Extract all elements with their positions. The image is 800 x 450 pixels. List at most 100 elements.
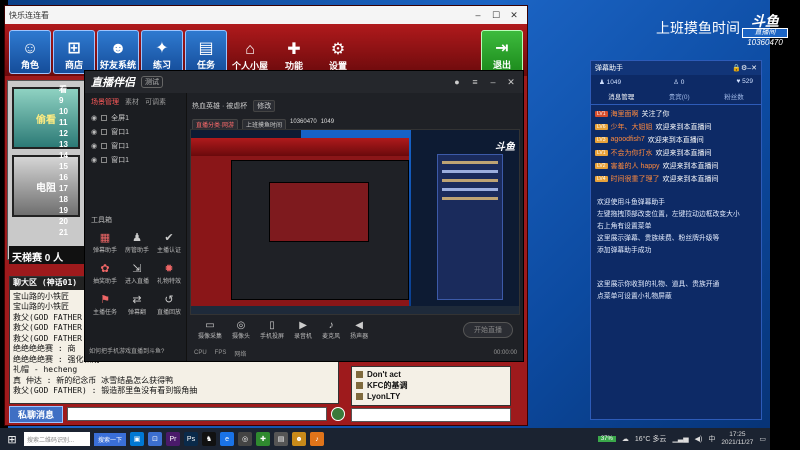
windows-start-icon[interactable]: ⊞: [4, 433, 20, 446]
list-item[interactable]: KFC的基调: [356, 380, 506, 391]
eye-icon[interactable]: ◉: [91, 156, 97, 164]
danmaku-user[interactable]: 时间很重了理了: [611, 174, 660, 184]
taskview-icon[interactable]: ▣: [130, 432, 145, 446]
private-message-button[interactable]: 私聊消息: [9, 405, 64, 423]
list-item[interactable]: LyonLTY: [356, 391, 506, 402]
emoji-icon[interactable]: [331, 407, 345, 421]
danmaku-user[interactable]: agoodfish7: [611, 136, 645, 143]
tool-danmaku[interactable]: ▦ 弹幕助手: [89, 231, 121, 254]
friends-button[interactable]: ☻ 好友系统: [97, 30, 139, 74]
practice-button[interactable]: ✦ 练习: [141, 30, 183, 74]
toolbox-label: 工具箱: [91, 217, 112, 224]
score-item: 13: [59, 140, 68, 149]
score-item: 16: [59, 173, 68, 182]
photoshop-icon[interactable]: Ps: [184, 432, 199, 446]
taskbar-search-button[interactable]: 搜索一下: [94, 432, 127, 446]
tab-sources[interactable]: 素材: [125, 97, 139, 107]
chat-input[interactable]: [67, 407, 327, 421]
avatar[interactable]: ●: [451, 77, 463, 87]
maximize-icon[interactable]: ☐: [487, 10, 505, 21]
tab-messages[interactable]: 消息管理: [608, 91, 634, 101]
network-icon[interactable]: ▁▃▅: [672, 435, 688, 443]
danmaku-user[interactable]: 海里面啊: [611, 109, 639, 119]
green-app-icon[interactable]: ✚: [256, 432, 271, 446]
app-icon[interactable]: ⊡: [148, 432, 163, 446]
eye-icon[interactable]: ◉: [91, 114, 97, 122]
task-button[interactable]: ▤ 任务: [185, 30, 227, 74]
tool-verify[interactable]: ✔ 主播认证: [153, 231, 185, 254]
list-item[interactable]: LV1 不会为你打水 欢迎来到本直播间: [595, 146, 757, 159]
lock-icon[interactable]: [101, 157, 108, 163]
chrome-icon[interactable]: ◎: [238, 432, 253, 446]
shop-button[interactable]: ⊞ 商店: [53, 30, 95, 74]
lock-icon[interactable]: [101, 115, 108, 121]
douyu-app-icon[interactable]: ♪: [310, 432, 325, 446]
settings-button[interactable]: ⚙ 设置: [317, 30, 359, 74]
list-item[interactable]: LV2 害羞的人 happy 欢迎来到本直播间: [595, 159, 757, 172]
close-icon[interactable]: ✕: [505, 77, 517, 88]
lock-icon[interactable]: [101, 143, 108, 149]
list-item[interactable]: LV4 时间很重了理了 欢迎来到本直播间: [595, 172, 757, 185]
input-language[interactable]: 中: [708, 434, 715, 444]
volume-icon[interactable]: ◀): [695, 435, 703, 443]
microphone-button[interactable]: ♪ 麦克风: [322, 320, 340, 340]
scene-item[interactable]: ◉ 全屏1: [85, 111, 186, 125]
tool-lottery[interactable]: ✿ 抽奖助手: [89, 262, 121, 285]
close-icon[interactable]: ✕: [505, 10, 523, 21]
phone-cast-button[interactable]: ▯ 手机投屏: [260, 320, 284, 340]
list-item[interactable]: LV3 agoodfish7 欢迎来到本直播间: [595, 133, 757, 146]
notification-icon[interactable]: ▭: [759, 435, 766, 443]
tool-admin[interactable]: ♟ 房管助手: [121, 231, 153, 254]
tool-enter[interactable]: ⇲ 进入直播: [121, 262, 153, 285]
screen-capture-button[interactable]: ▭ 摄像采集: [198, 320, 222, 340]
clock[interactable]: 17:25 2021/11/27: [721, 431, 753, 447]
eye-icon[interactable]: ◉: [91, 142, 97, 150]
battery-indicator[interactable]: 37%: [597, 436, 616, 442]
list-item[interactable]: LV6 少年、大姐姐 欢迎来到本直播间: [595, 120, 757, 133]
app-icon[interactable]: ▤: [274, 432, 289, 446]
qq-icon[interactable]: ♞: [202, 432, 217, 446]
danmaku-user[interactable]: 害羞的人 happy: [611, 161, 660, 171]
danmaku-user[interactable]: 少年、大姐姐: [611, 122, 653, 132]
camera-button[interactable]: ◎ 摄像头: [232, 320, 250, 340]
scene-item[interactable]: ◉ 窗口1: [85, 139, 186, 153]
edge-icon[interactable]: e: [220, 432, 235, 446]
help-link[interactable]: 如何把手机游戏直播到斗鱼?: [89, 346, 164, 355]
streaming-app-logo: 直播伴侣: [91, 77, 135, 89]
list-item[interactable]: LV1 海里面啊 关注了你: [595, 107, 757, 120]
tool-gift[interactable]: ✹ 礼物特效: [153, 262, 185, 285]
preview-canvas[interactable]: 斗鱼: [190, 129, 520, 315]
minimize-icon[interactable]: –: [469, 10, 487, 20]
lock-icon[interactable]: [101, 129, 108, 135]
user-search-input[interactable]: [351, 408, 511, 422]
danmaku-user[interactable]: 不会为你打水: [611, 148, 653, 158]
tool-replay[interactable]: ↺ 直播回放: [153, 293, 185, 316]
function-button[interactable]: ✚ 功能: [273, 30, 315, 74]
close-icon[interactable]: ✕: [751, 64, 757, 72]
tab-vip[interactable]: 贵宾(0): [669, 91, 690, 101]
taskbar-search-input[interactable]: 搜索二维码识别...: [24, 432, 90, 446]
scene-item[interactable]: ◉ 窗口1: [85, 153, 186, 167]
tool-mission[interactable]: ⚑ 主播任务: [89, 293, 121, 316]
weather-icon[interactable]: ☁: [622, 435, 629, 443]
tool-flip[interactable]: ⇄ 弹幕翻: [121, 293, 153, 316]
recorder-button[interactable]: ▶ 录音机: [294, 320, 312, 340]
lock-icon[interactable]: 🔒: [732, 64, 741, 72]
weather-text[interactable]: 16°C 多云: [635, 434, 667, 444]
speaker-button[interactable]: ◀ 扬声器: [350, 320, 368, 340]
game-app-icon[interactable]: ☻: [292, 432, 307, 446]
tab-scenes[interactable]: 场景管理: [91, 97, 119, 107]
minimize-icon[interactable]: –: [487, 77, 499, 87]
exit-button[interactable]: ⇥ 退出: [481, 30, 523, 74]
list-item[interactable]: Don't act: [356, 369, 506, 380]
role-button[interactable]: ☺ 角色: [9, 30, 51, 74]
scene-item[interactable]: ◉ 窗口1: [85, 125, 186, 139]
house-button[interactable]: ⌂ 个人小屋: [229, 30, 271, 74]
tab-fans[interactable]: 粉丝数: [724, 91, 744, 101]
menu-icon[interactable]: ≡: [469, 77, 481, 87]
eye-icon[interactable]: ◉: [91, 128, 97, 136]
edit-room-button[interactable]: 修改: [253, 100, 276, 112]
premiere-icon[interactable]: Pr: [166, 432, 181, 446]
tab-adjust[interactable]: 可调素: [145, 97, 166, 107]
start-stream-button[interactable]: 开始直播: [463, 322, 513, 338]
